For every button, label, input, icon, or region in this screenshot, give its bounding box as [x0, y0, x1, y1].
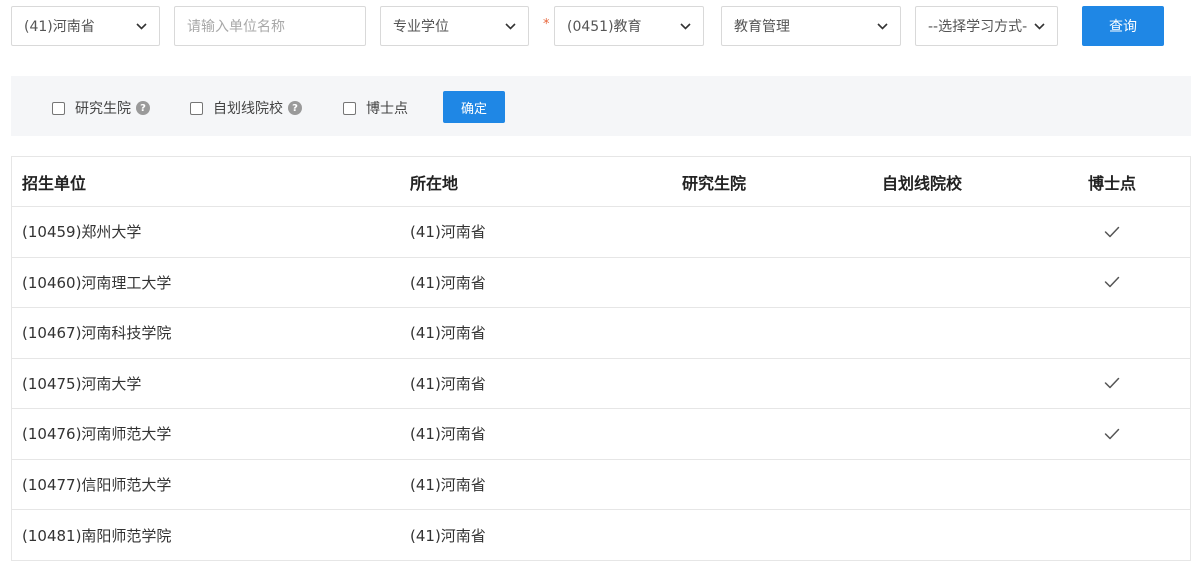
- cell-graduate-school: [632, 359, 796, 409]
- results-table: 招生单位 所在地 研究生院 自划线院校 博士点 (10459)郑州大学 (41)河…: [11, 156, 1191, 561]
- cell-graduate-school: [632, 460, 796, 510]
- cell-location: (41)河南省: [410, 324, 486, 343]
- unit-name-placeholder: 请输入单位名称: [187, 19, 285, 35]
- cell-graduate-school: [632, 409, 796, 459]
- discipline-select[interactable]: (0451)教育: [554, 6, 704, 46]
- degree-type-value: 专业学位: [393, 19, 449, 35]
- table-row: (10467)河南科技学院 (41)河南省: [12, 308, 1190, 359]
- table-header: 招生单位 所在地 研究生院 自划线院校 博士点: [12, 157, 1190, 207]
- chevron-down-icon: [135, 20, 147, 32]
- cell-phd-point: [1062, 460, 1162, 510]
- table-row: (10459)郑州大学 (41)河南省: [12, 207, 1190, 258]
- discipline-value: (0451)教育: [567, 19, 642, 35]
- cell-self-line: [832, 510, 1012, 561]
- header-unit: 招生单位: [22, 173, 87, 193]
- graduate-school-filter[interactable]: 研究生院 ?: [52, 98, 150, 118]
- table-row: (10476)河南师范大学 (41)河南省: [12, 409, 1190, 460]
- table-row: (10475)河南大学 (41)河南省: [12, 359, 1190, 409]
- required-mark: *: [543, 17, 550, 32]
- table-row: (10460)河南理工大学 (41)河南省: [12, 258, 1190, 308]
- header-graduate-school: 研究生院: [681, 173, 746, 193]
- cell-location: (41)河南省: [410, 374, 486, 393]
- cell-phd-point: [1062, 258, 1162, 308]
- cell-graduate-school: [632, 510, 796, 561]
- help-circle-icon[interactable]: ?: [136, 101, 150, 115]
- check-mark-icon: [1104, 377, 1120, 389]
- header-location: 所在地: [410, 173, 459, 193]
- province-select[interactable]: (41)河南省: [11, 6, 160, 46]
- chevron-down-icon: [679, 20, 691, 32]
- major-value: 教育管理: [734, 19, 790, 35]
- study-mode-select[interactable]: --选择学习方式--: [915, 6, 1058, 46]
- table-row: (10477)信阳师范大学 (41)河南省: [12, 460, 1190, 510]
- graduate-school-checkbox[interactable]: [52, 101, 65, 115]
- cell-self-line: [832, 308, 1012, 358]
- phd-point-filter[interactable]: 博士点: [343, 98, 408, 118]
- help-circle-icon[interactable]: ?: [288, 101, 302, 115]
- check-mark-icon: [1104, 276, 1120, 288]
- degree-type-select[interactable]: 专业学位: [380, 6, 529, 46]
- cell-graduate-school: [632, 308, 796, 358]
- check-mark-icon: [1104, 428, 1120, 440]
- query-button[interactable]: 查询: [1082, 6, 1164, 46]
- chevron-down-icon: [876, 20, 888, 32]
- self-line-filter[interactable]: 自划线院校 ?: [190, 98, 302, 118]
- check-mark-icon: [1104, 226, 1120, 238]
- cell-self-line: [832, 258, 1012, 308]
- cell-unit[interactable]: (10481)南阳师范学院: [22, 510, 171, 561]
- table-row: (10481)南阳师范学院 (41)河南省: [12, 510, 1190, 561]
- phd-point-label: 博士点: [366, 101, 408, 117]
- cell-location: (41)河南省: [410, 273, 486, 292]
- cell-unit[interactable]: (10459)郑州大学: [22, 207, 141, 257]
- filter-bar: 研究生院 ? 自划线院校 ? 博士点 确定: [11, 76, 1191, 136]
- major-select[interactable]: 教育管理: [721, 6, 901, 46]
- header-self-line: 自划线院校: [881, 173, 962, 193]
- cell-phd-point: [1062, 510, 1162, 561]
- confirm-button[interactable]: 确定: [443, 91, 505, 123]
- graduate-school-label: 研究生院: [75, 101, 131, 117]
- self-line-label: 自划线院校: [213, 101, 283, 117]
- cell-phd-point: [1062, 207, 1162, 257]
- cell-graduate-school: [632, 258, 796, 308]
- cell-location: (41)河南省: [410, 475, 486, 494]
- study-mode-value: --选择学习方式--: [928, 19, 1027, 35]
- cell-self-line: [832, 460, 1012, 510]
- self-line-checkbox[interactable]: [190, 101, 203, 115]
- cell-unit[interactable]: (10477)信阳师范大学: [22, 460, 171, 510]
- cell-unit[interactable]: (10467)河南科技学院: [22, 308, 171, 358]
- cell-graduate-school: [632, 207, 796, 257]
- cell-location: (41)河南省: [410, 223, 486, 242]
- unit-name-input[interactable]: 请输入单位名称: [174, 6, 366, 46]
- chevron-down-icon: [1033, 20, 1045, 32]
- chevron-down-icon: [504, 20, 516, 32]
- cell-location: (41)河南省: [410, 425, 486, 444]
- cell-phd-point: [1062, 409, 1162, 459]
- cell-phd-point: [1062, 359, 1162, 409]
- cell-phd-point: [1062, 308, 1162, 358]
- cell-location: (41)河南省: [410, 526, 486, 545]
- cell-unit[interactable]: (10460)河南理工大学: [22, 258, 171, 308]
- cell-unit[interactable]: (10475)河南大学: [22, 359, 141, 409]
- cell-self-line: [832, 207, 1012, 257]
- cell-self-line: [832, 359, 1012, 409]
- cell-self-line: [832, 409, 1012, 459]
- header-phd-point: 博士点: [1087, 173, 1136, 193]
- province-select-value: (41)河南省: [24, 19, 95, 35]
- phd-point-checkbox[interactable]: [343, 101, 356, 115]
- cell-unit[interactable]: (10476)河南师范大学: [22, 409, 171, 459]
